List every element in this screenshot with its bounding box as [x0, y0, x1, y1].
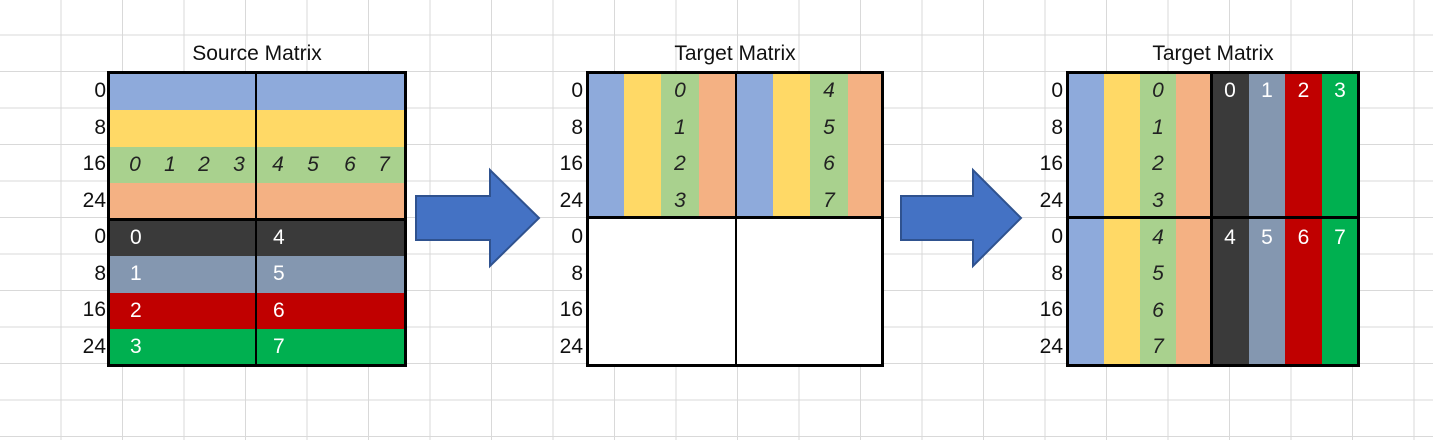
row-label: 8 — [571, 115, 583, 139]
row-label: 0 — [1051, 79, 1063, 102]
row-label: 8 — [1051, 261, 1063, 285]
source-matrix-title: Source Matrix — [192, 42, 322, 65]
target-matrix-1-border — [586, 71, 884, 367]
row-label: 24 — [559, 188, 583, 212]
row-label: 24 — [1039, 188, 1063, 212]
source-matrix-border — [107, 71, 407, 367]
row-label: 24 — [82, 334, 106, 358]
row-label: 16 — [82, 298, 106, 321]
row-label: 16 — [559, 152, 583, 175]
right-arrow-icon — [900, 167, 1023, 269]
row-label: 8 — [1051, 115, 1063, 139]
row-label: 8 — [571, 261, 583, 285]
row-label: 16 — [1039, 298, 1063, 321]
right-arrow-icon — [415, 167, 541, 269]
row-label: 0 — [94, 225, 106, 248]
row-label: 8 — [94, 115, 106, 139]
row-label: 16 — [82, 152, 106, 175]
row-label: 0 — [1051, 225, 1063, 248]
target1-row-labels: 0 8 16 24 0 8 16 24 — [549, 73, 583, 365]
row-label: 16 — [559, 298, 583, 321]
row-label: 16 — [1039, 152, 1063, 175]
row-label: 0 — [94, 79, 106, 102]
target-matrix-title: Target Matrix — [1152, 42, 1274, 65]
target-matrix-title: Target Matrix — [674, 42, 796, 65]
target2-row-labels: 0 8 16 24 0 8 16 24 — [1029, 73, 1063, 365]
row-label: 0 — [571, 79, 583, 102]
source-row-labels: 0 8 16 24 0 8 16 24 — [72, 73, 106, 365]
row-label: 8 — [94, 261, 106, 285]
row-label: 0 — [571, 225, 583, 248]
row-label: 24 — [82, 188, 106, 212]
row-label: 24 — [1039, 334, 1063, 358]
row-label: 24 — [559, 334, 583, 358]
target-matrix-2-border — [1066, 71, 1360, 367]
